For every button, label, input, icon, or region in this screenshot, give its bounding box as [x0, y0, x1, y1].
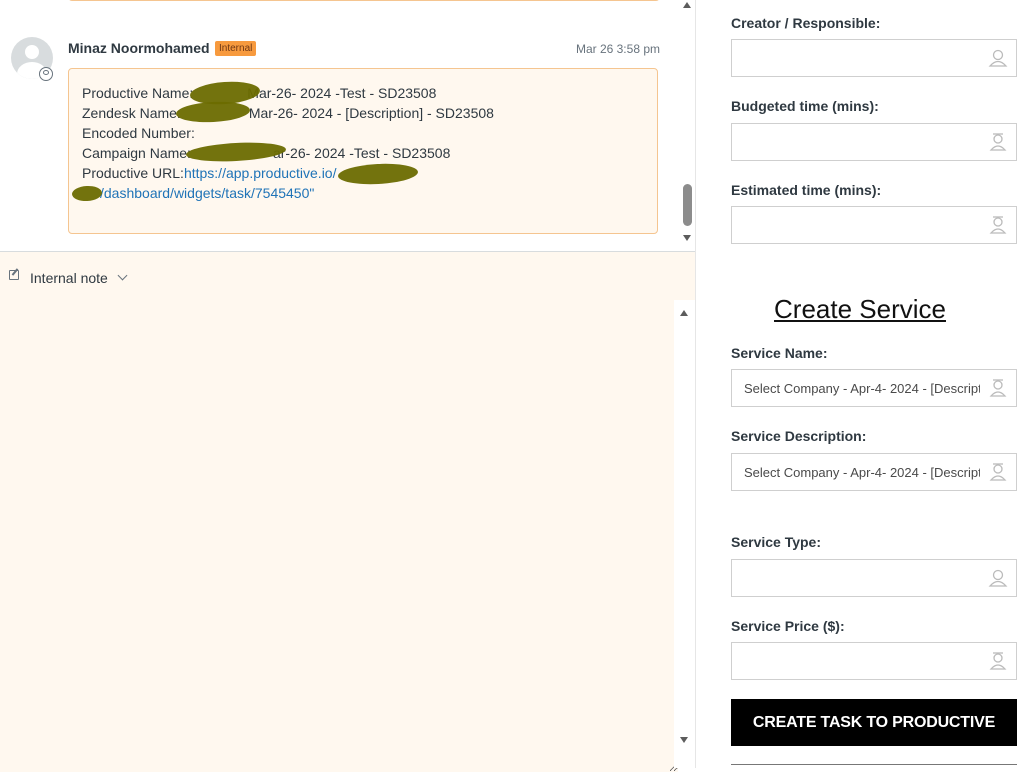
service-price-label: Service Price ($): — [731, 618, 845, 634]
timer-icon — [987, 650, 1009, 672]
estimated-time-label: Estimated time (mins): — [731, 182, 882, 198]
reply-composer: Internal note — [0, 252, 696, 772]
note-line: Productive Name: Mar-26- 2024 -Test - SD2… — [82, 85, 437, 101]
comment-timestamp[interactable]: Mar 26 3:58 pm — [576, 42, 660, 56]
agent-role-icon — [39, 67, 53, 81]
note-edit-icon — [9, 270, 19, 280]
create-service-heading: Create Service — [774, 294, 946, 324]
service-name-input[interactable] — [731, 369, 1017, 407]
service-name-label: Service Name: — [731, 345, 828, 361]
scroll-down-arrow-icon[interactable] — [680, 737, 688, 743]
timer-icon — [987, 377, 1009, 399]
service-description-label: Service Description: — [731, 428, 867, 444]
comment-author: Minaz Noormohamed — [68, 40, 210, 56]
scroll-down-arrow-icon[interactable] — [683, 235, 691, 241]
user-icon — [987, 567, 1009, 589]
timer-icon — [987, 131, 1009, 153]
chevron-down-icon[interactable] — [117, 270, 128, 281]
scroll-up-arrow-icon[interactable] — [680, 310, 688, 316]
ticket-conversation-pane: Minaz Noormohamed Internal Mar 26 3:58 p… — [0, 0, 696, 772]
scroll-up-arrow-icon[interactable] — [683, 2, 691, 8]
internal-note-body: Productive Name: Mar-26- 2024 -Test - SD2… — [68, 68, 658, 234]
service-description-input[interactable] — [731, 453, 1017, 491]
previous-comment-card — [68, 0, 660, 1]
create-task-button[interactable]: CREATE TASK TO PRODUCTIVE — [731, 699, 1017, 746]
creator-label: Creator / Responsible: — [731, 15, 881, 31]
service-type-input[interactable] — [731, 559, 1017, 597]
next-section-edge — [731, 764, 1017, 769]
timer-icon — [987, 214, 1009, 236]
composer-toolbar: Internal note — [0, 252, 696, 300]
service-price-input[interactable] — [731, 642, 1017, 680]
composer-mode-label[interactable]: Internal note — [30, 270, 108, 286]
note-line: Encoded Number: — [82, 125, 195, 141]
internal-note-editor[interactable] — [0, 300, 678, 772]
service-type-label: Service Type: — [731, 534, 822, 550]
note-line: Zendesk Name: Mar-26- 2024 - [Description… — [82, 105, 494, 121]
timer-icon — [987, 461, 1009, 483]
internal-badge: Internal — [215, 41, 257, 56]
note-line: Campaign Name: ar-26- 2024 -Test - SD2350… — [82, 145, 451, 161]
user-icon — [987, 47, 1009, 69]
budgeted-time-input[interactable] — [731, 123, 1017, 161]
estimated-time-input[interactable] — [731, 206, 1017, 244]
productive-app-panel: Creator / Responsible: Budgeted time (mi… — [696, 0, 1024, 768]
creator-input[interactable] — [731, 39, 1017, 77]
scrollbar-thumb[interactable] — [683, 184, 692, 226]
budgeted-time-label: Budgeted time (mins): — [731, 98, 879, 114]
composer-scrollbar[interactable] — [674, 300, 696, 768]
